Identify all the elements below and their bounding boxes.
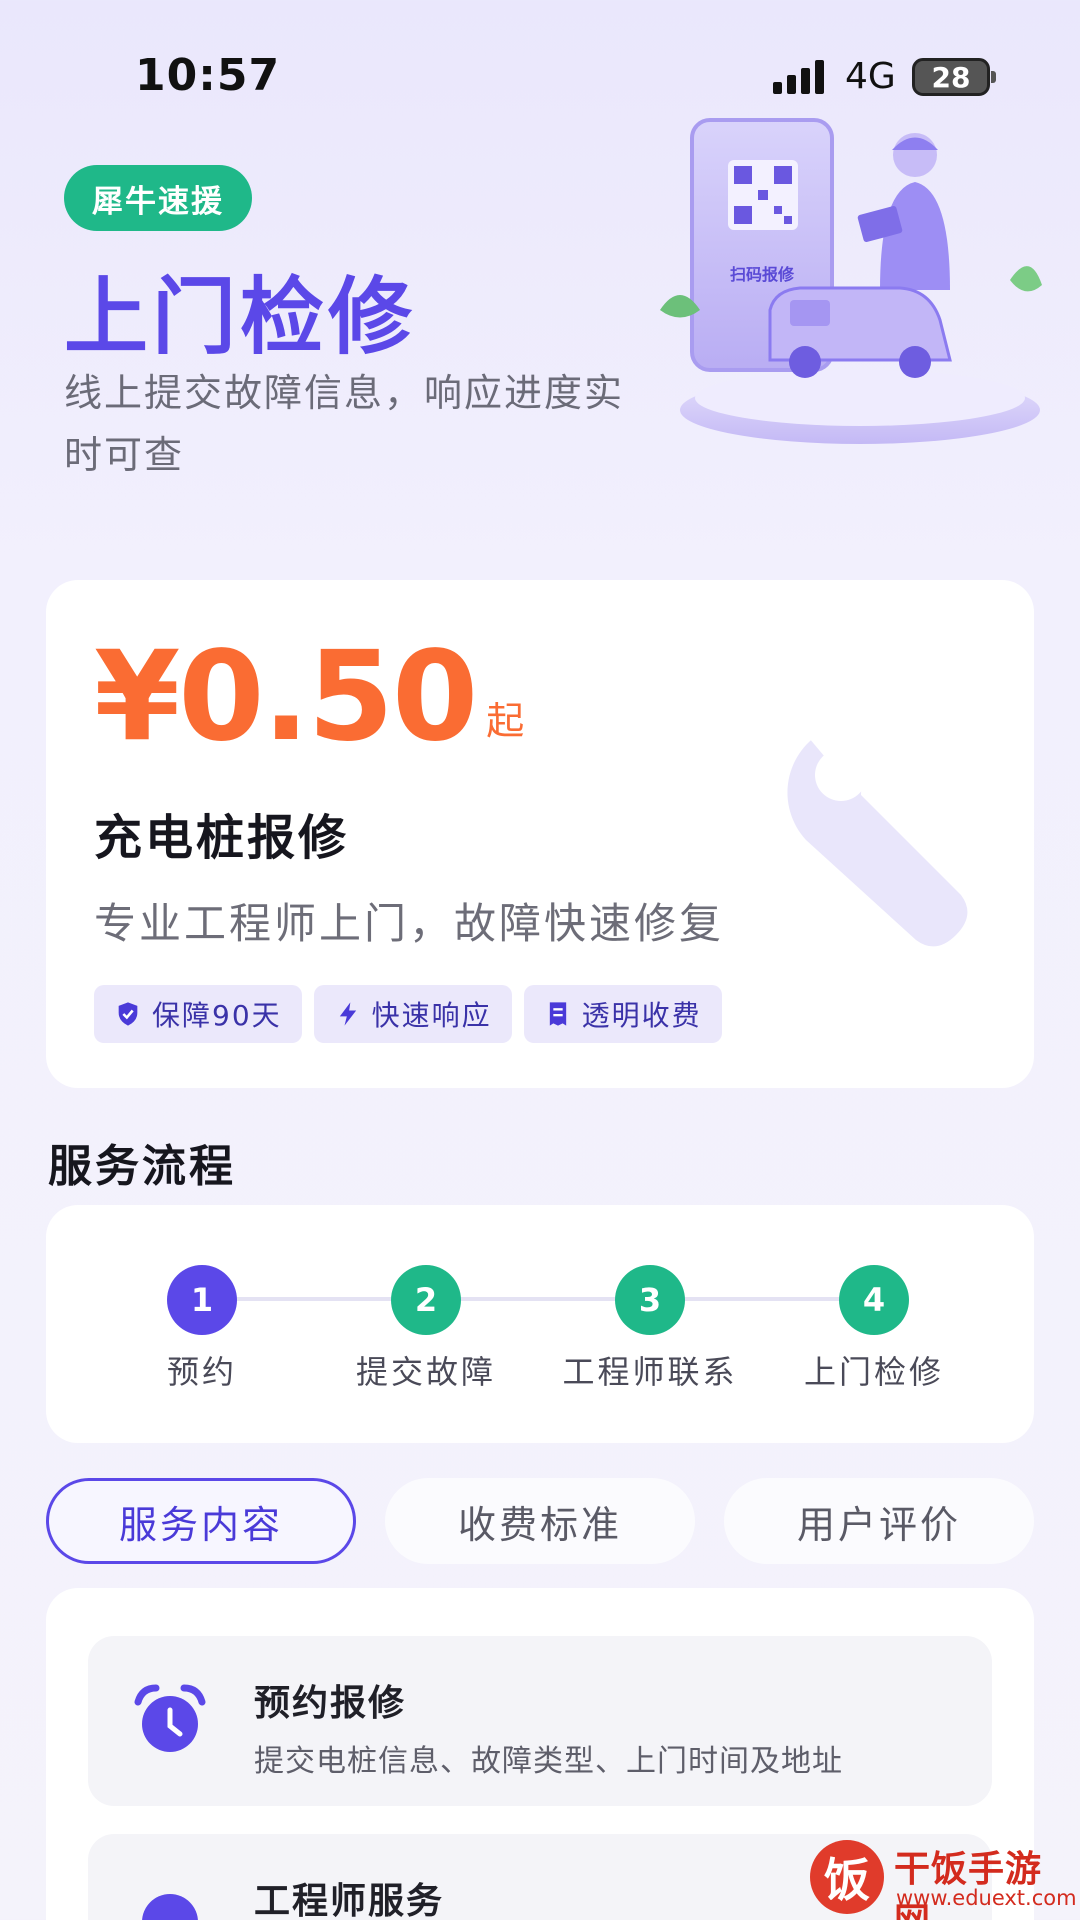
lightning-icon bbox=[339, 1002, 356, 1026]
receipt-icon bbox=[549, 1002, 566, 1026]
battery-level: 28 bbox=[931, 60, 971, 94]
price-value: ¥0.50 bbox=[94, 625, 478, 769]
service-name: 充电桩报修 bbox=[94, 810, 350, 866]
hero-illustration: 扫码报修 bbox=[660, 118, 1042, 444]
list-item-description: 提交电桩信息、故障类型、上门时间及地址 bbox=[254, 1744, 843, 1779]
step-label: 提交故障 bbox=[355, 1353, 496, 1391]
watermark-url: www.eduext.com bbox=[896, 1886, 1077, 1910]
page-title: 上门检修 bbox=[64, 268, 417, 366]
tab-reviews[interactable]: 用户评价 bbox=[724, 1478, 1034, 1564]
brand-badge: 犀牛速援 bbox=[64, 165, 252, 231]
alarm-clock-icon bbox=[134, 1684, 206, 1752]
signal-icon bbox=[773, 60, 824, 94]
process-card: 1 预约 2 提交故障 3 工程师联系 4 上门检修 bbox=[46, 1205, 1034, 1443]
site-watermark: 饭 干饭手游网 www.eduext.com bbox=[810, 1840, 1077, 1920]
feature-tag-warranty: 保障90天 bbox=[94, 985, 302, 1043]
feature-tag-label: 快速响应 bbox=[371, 999, 492, 1032]
wrench-icon bbox=[787, 712, 968, 947]
tab-service-content[interactable]: 服务内容 bbox=[46, 1478, 356, 1564]
list-item-title: 工程师服务 bbox=[254, 1881, 445, 1920]
network-label: 4G bbox=[845, 56, 896, 97]
step-1: 1 预约 bbox=[82, 1265, 322, 1393]
illustration-label: 扫码报修 bbox=[730, 265, 795, 284]
list-item-title: 预约报修 bbox=[254, 1683, 407, 1724]
step-3: 3 工程师联系 bbox=[530, 1265, 770, 1393]
feature-tag-transparent: 透明收费 bbox=[523, 985, 722, 1043]
process-section-title: 服务流程 bbox=[48, 1141, 236, 1192]
feature-tags: 保障90天 快速响应 透明收费 bbox=[94, 985, 722, 1043]
price-row: ¥0.50 起 bbox=[94, 635, 524, 759]
list-item[interactable]: 预约报修 提交电桩信息、故障类型、上门时间及地址 bbox=[88, 1636, 992, 1806]
hero-subtitle: 线上提交故障信息，响应进度实时可查 bbox=[64, 371, 625, 477]
feature-tag-label: 透明收费 bbox=[581, 999, 702, 1032]
battery-icon: 28 bbox=[912, 58, 996, 96]
watermark-logo: 饭 bbox=[810, 1840, 884, 1914]
step-label: 预约 bbox=[166, 1353, 237, 1391]
feature-tag-label: 保障90天 bbox=[152, 999, 282, 1032]
step-number: 1 bbox=[167, 1265, 237, 1335]
step-4: 4 上门检修 bbox=[754, 1265, 994, 1393]
shield-check-icon bbox=[118, 1002, 138, 1026]
step-number: 2 bbox=[391, 1265, 461, 1335]
step-2: 2 提交故障 bbox=[306, 1265, 546, 1393]
engineer-icon bbox=[142, 1894, 198, 1920]
step-number: 4 bbox=[839, 1265, 909, 1335]
step-number: 3 bbox=[615, 1265, 685, 1335]
feature-tag-fast: 快速响应 bbox=[313, 985, 512, 1043]
price-card[interactable]: ¥0.50 起 充电桩报修 专业工程师上门，故障快速修复 保障90天 快速响应 … bbox=[46, 580, 1034, 1088]
step-label: 上门检修 bbox=[803, 1353, 944, 1391]
price-suffix: 起 bbox=[486, 699, 525, 743]
service-description: 专业工程师上门，故障快速修复 bbox=[94, 899, 725, 948]
step-label: 工程师联系 bbox=[562, 1353, 738, 1391]
status-time: 10:57 bbox=[135, 50, 281, 101]
tab-pricing[interactable]: 收费标准 bbox=[385, 1478, 695, 1564]
